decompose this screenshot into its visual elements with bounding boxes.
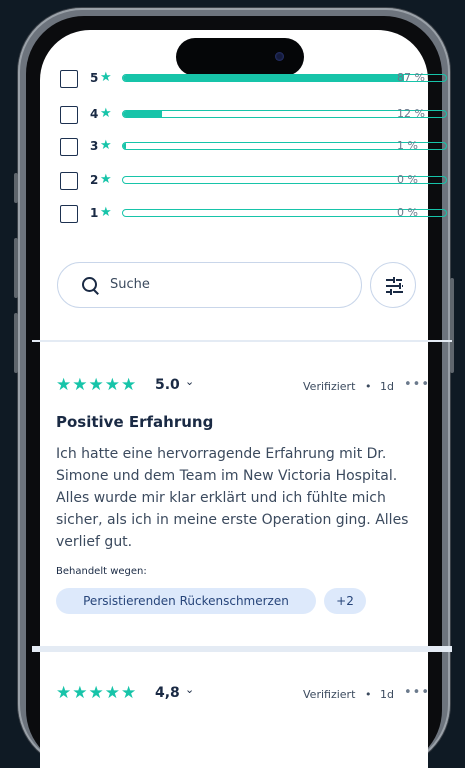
- rating-percent: 0 %: [397, 173, 418, 186]
- star-icon: ★: [100, 138, 112, 153]
- rating-filter-checkbox[interactable]: [60, 70, 78, 88]
- rating-percent: 12 %: [397, 107, 425, 120]
- meta-separator: •: [365, 688, 372, 701]
- chevron-down-icon[interactable]: ⌄: [185, 375, 194, 388]
- review-title: Positive Erfahrung: [56, 413, 214, 431]
- rating-row-1: 1 ★ 0 %: [60, 205, 447, 225]
- rating-row-4: 4 ★ 12 %: [60, 106, 447, 126]
- search-icon: [82, 277, 97, 292]
- rating-row-2: 2 ★ 0 %: [60, 172, 447, 192]
- verified-label: Verifiziert: [303, 688, 356, 701]
- camera-icon: [275, 52, 284, 61]
- chevron-down-icon[interactable]: ⌄: [185, 683, 194, 696]
- search-input[interactable]: Suche: [57, 262, 362, 308]
- rating-filter-checkbox[interactable]: [60, 172, 78, 190]
- more-options-icon[interactable]: •••: [404, 377, 430, 392]
- meta-separator: •: [365, 380, 372, 393]
- star-icon: ★: [100, 172, 112, 187]
- filter-button[interactable]: [370, 262, 416, 308]
- power-button: [450, 278, 454, 373]
- volume-down-button: [14, 313, 18, 373]
- rating-bar-fill: [123, 111, 162, 117]
- rating-row-3: 3 ★ 1 %: [60, 138, 447, 158]
- star-icon: ★: [100, 205, 112, 220]
- search-placeholder: Suche: [110, 277, 150, 292]
- star-icon: ★: [100, 70, 112, 85]
- rating-stars-number: 4: [90, 107, 99, 121]
- review-stars-icon: ★★★★★: [56, 683, 138, 703]
- treatment-tag[interactable]: Persistierenden Rückenschmerzen: [56, 588, 316, 614]
- rating-percent: 1 %: [397, 139, 418, 152]
- review-score: 4,8: [155, 685, 180, 701]
- verified-label: Verifiziert: [303, 380, 356, 393]
- rating-percent: 87 %: [397, 71, 425, 84]
- review-stars-icon: ★★★★★: [56, 375, 138, 395]
- review-body: Ich hatte eine hervorragende Erfahrung m…: [56, 446, 409, 550]
- review-divider: [32, 646, 452, 652]
- review-score: 5.0: [155, 377, 180, 393]
- review-time: 1d: [380, 688, 394, 701]
- rating-stars-number: 5: [90, 71, 99, 85]
- star-icon: ★: [100, 106, 112, 121]
- rating-row-5: 5 ★ 87 %: [60, 70, 447, 90]
- section-divider: [32, 340, 452, 342]
- volume-up-button: [14, 238, 18, 298]
- rating-filter-checkbox[interactable]: [60, 205, 78, 223]
- rating-stars-number: 2: [90, 173, 99, 187]
- rating-filter-checkbox[interactable]: [60, 106, 78, 124]
- mute-switch: [14, 173, 18, 203]
- rating-stars-number: 1: [90, 206, 99, 220]
- rating-bar-fill: [123, 75, 404, 81]
- treated-for-label: Behandelt wegen:: [56, 566, 147, 577]
- rating-percent: 0 %: [397, 206, 418, 219]
- review-time: 1d: [380, 380, 394, 393]
- more-tags-badge[interactable]: +2: [324, 588, 366, 614]
- rating-filter-checkbox[interactable]: [60, 138, 78, 156]
- more-options-icon[interactable]: •••: [404, 685, 430, 700]
- rating-bar-fill: [123, 143, 127, 149]
- rating-stars-number: 3: [90, 139, 99, 153]
